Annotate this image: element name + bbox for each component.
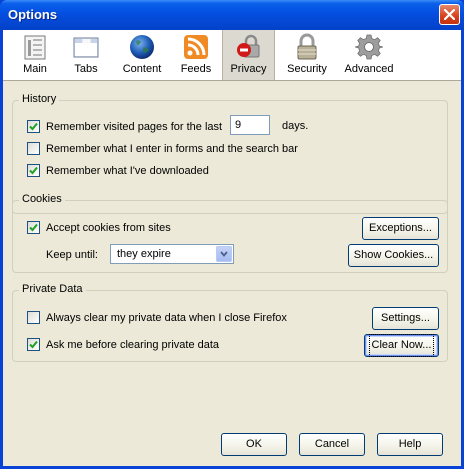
keep-until-select[interactable]: they expire — [110, 244, 234, 264]
remember-forms-label: Remember what I enter in forms and the s… — [46, 143, 298, 155]
history-group: History Remember visited pages for the l… — [12, 93, 448, 214]
tab-tabs[interactable]: Tabs — [61, 30, 111, 80]
checkmark-icon — [29, 340, 38, 349]
checkmark-icon — [29, 122, 38, 131]
tabs-icon — [73, 37, 99, 58]
settings-button[interactable]: Settings... — [372, 307, 439, 330]
tab-advanced-label: Advanced — [344, 63, 394, 75]
show-cookies-button[interactable]: Show Cookies... — [348, 244, 439, 267]
tab-feeds-label: Feeds — [180, 63, 212, 75]
checkmark-icon — [29, 166, 38, 175]
cookies-group: Cookies Accept cookies from sites Except… — [12, 193, 448, 273]
category-toolbar: Main Tabs Content Feeds Privacy Security… — [3, 30, 461, 81]
globe-icon — [130, 35, 154, 59]
tab-security-label: Security — [287, 63, 327, 75]
main-icon — [24, 35, 46, 60]
tab-privacy[interactable]: Privacy — [222, 30, 275, 80]
title-bar[interactable]: Options — [0, 0, 464, 30]
accept-cookies-checkbox[interactable] — [27, 221, 40, 234]
cancel-button[interactable]: Cancel — [299, 433, 365, 456]
ask-before-checkbox[interactable] — [27, 338, 40, 351]
accept-cookies-label: Accept cookies from sites — [46, 222, 171, 234]
remember-downloads-checkbox[interactable] — [27, 164, 40, 177]
always-clear-label: Always clear my private data when I clos… — [46, 312, 287, 324]
clear-now-button[interactable]: Clear Now... — [364, 334, 439, 357]
private-data-group: Private Data Always clear my private dat… — [12, 283, 448, 362]
checkmark-icon — [29, 223, 38, 232]
remember-forms-checkbox[interactable] — [27, 142, 40, 155]
tab-content-label: Content — [122, 63, 162, 75]
gear-icon — [355, 34, 383, 60]
close-icon — [444, 9, 455, 20]
padlock-icon — [297, 33, 317, 60]
always-clear-checkbox[interactable] — [27, 311, 40, 324]
chevron-down-icon — [220, 251, 228, 257]
dialog-client-area: Main Tabs Content Feeds Privacy Security… — [3, 30, 461, 466]
ok-button[interactable]: OK — [221, 433, 287, 456]
private-data-group-title: Private Data — [19, 283, 86, 295]
tab-tabs-label: Tabs — [74, 63, 98, 75]
keep-until-value: they expire — [117, 248, 171, 260]
tab-feeds[interactable]: Feeds — [173, 30, 219, 80]
history-days-input[interactable]: 9 — [230, 115, 270, 135]
keep-until-label: Keep until: — [46, 249, 98, 261]
tab-security[interactable]: Security — [279, 30, 335, 80]
tab-main[interactable]: Main — [11, 30, 59, 80]
ask-before-label: Ask me before clearing private data — [46, 339, 220, 351]
exceptions-button[interactable]: Exceptions... — [362, 217, 439, 240]
window-title: Options — [8, 7, 58, 22]
close-button[interactable] — [439, 4, 460, 25]
tab-advanced[interactable]: Advanced — [339, 30, 399, 80]
options-window: Options Main Tabs Content Feeds Privacy … — [0, 0, 464, 469]
cookies-group-title: Cookies — [19, 193, 65, 205]
remember-pages-checkbox[interactable] — [27, 120, 40, 133]
tab-content[interactable]: Content — [115, 30, 169, 80]
tab-main-label: Main — [23, 63, 47, 75]
privacy-icon — [236, 34, 259, 58]
dropdown-arrow[interactable] — [216, 246, 232, 262]
days-label: days. — [282, 120, 309, 132]
help-button[interactable]: Help — [377, 433, 443, 456]
remember-downloads-label: Remember what I've downloaded — [46, 165, 209, 177]
tab-privacy-label: Privacy — [230, 63, 267, 75]
history-group-title: History — [19, 93, 60, 105]
remember-pages-label: Remember visited pages for the last — [46, 121, 223, 133]
feed-icon — [184, 35, 208, 59]
